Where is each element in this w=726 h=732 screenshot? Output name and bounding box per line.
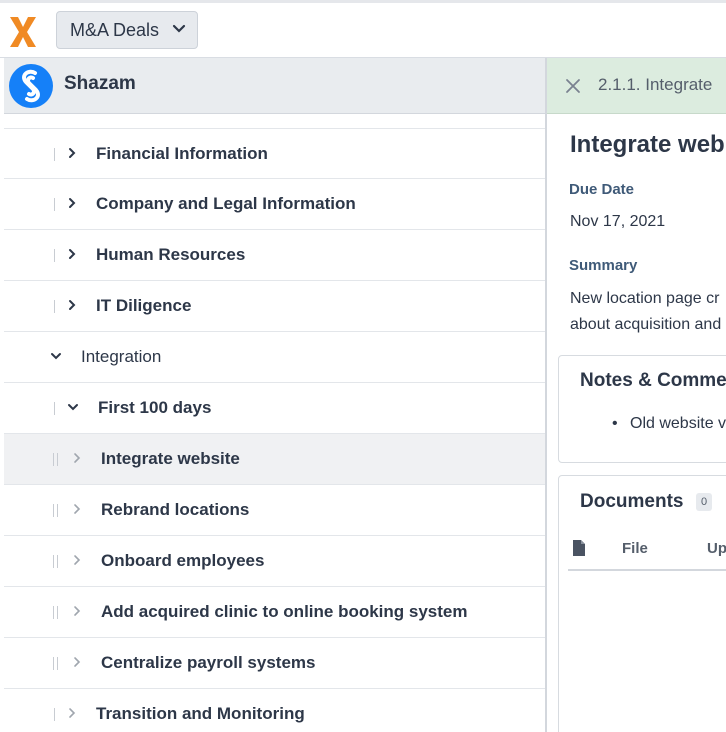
notes-bullet-item: Old website v <box>612 415 726 433</box>
drag-handle[interactable] <box>52 402 57 415</box>
notes-title: Notes & Comme <box>580 370 726 391</box>
chevron-right-icon[interactable] <box>70 451 84 465</box>
chevron-right-icon[interactable] <box>70 502 84 516</box>
drag-handle[interactable] <box>53 657 58 670</box>
chevron-right-icon[interactable] <box>65 706 79 720</box>
top-bar: M&A Deals <box>0 0 726 58</box>
checklist-tree: Financial Information Company and Legal … <box>4 128 545 732</box>
drag-handle[interactable] <box>53 453 58 466</box>
chevron-down-icon <box>172 24 186 33</box>
tree-row-label: Add acquired clinic to online booking sy… <box>101 602 468 621</box>
tree-row-label: Human Resources <box>96 245 246 264</box>
drag-handle[interactable] <box>52 249 57 262</box>
chevron-right-icon[interactable] <box>65 146 79 160</box>
tree-row-label: Integrate website <box>101 449 240 468</box>
due-date-label: Due Date <box>569 181 635 198</box>
drag-handle[interactable] <box>53 606 58 619</box>
documents-count-badge: 0 <box>696 493 712 511</box>
tree-row-label: IT Diligence <box>96 296 192 315</box>
task-detail-panel: 2.1.1. Integrate Integrate web Due Date … <box>547 58 726 732</box>
due-date-value[interactable]: Nov 17, 2021 <box>570 213 665 231</box>
tree-row-financial-information[interactable]: Financial Information <box>4 128 545 179</box>
tree-row-label: Transition and Monitoring <box>96 704 305 723</box>
chevron-down-icon[interactable] <box>66 400 80 414</box>
task-title: Integrate web <box>570 131 725 158</box>
file-icon <box>573 540 585 556</box>
file-column-header[interactable]: File <box>622 540 648 557</box>
chevron-right-icon[interactable] <box>65 196 79 210</box>
tree-row-human-resources[interactable]: Human Resources <box>4 230 545 281</box>
tree-row-integration[interactable]: Integration <box>4 332 545 383</box>
tree-row-it-diligence[interactable]: IT Diligence <box>4 281 545 332</box>
tree-row-add-clinic-booking[interactable]: Add acquired clinic to online booking sy… <box>4 587 545 638</box>
tree-row-transition-monitoring[interactable]: Transition and Monitoring <box>4 689 545 732</box>
summary-line-2: about acquisition and <box>570 316 722 333</box>
tree-row-label: Company and Legal Information <box>96 194 356 213</box>
deal-selector-label: M&A Deals <box>70 19 160 40</box>
drag-handle[interactable] <box>52 198 57 211</box>
detail-header: 2.1.1. Integrate <box>547 58 726 114</box>
drag-handle[interactable] <box>53 504 58 517</box>
tree-row-label: Rebrand locations <box>101 500 250 519</box>
tree-row-first-100-days[interactable]: First 100 days <box>4 383 545 434</box>
tree-row-integrate-website[interactable]: Integrate website <box>4 434 545 485</box>
close-icon[interactable] <box>565 78 581 94</box>
drag-handle[interactable] <box>52 148 57 161</box>
x-logo-icon[interactable] <box>8 15 38 49</box>
deal-selector[interactable]: M&A Deals <box>56 11 198 49</box>
drag-handle[interactable] <box>52 708 57 721</box>
tree-row-centralize-payroll[interactable]: Centralize payroll systems <box>4 638 545 689</box>
summary-label: Summary <box>569 257 638 274</box>
tree-row-label: Onboard employees <box>101 551 265 570</box>
uploaded-column-header[interactable]: Up <box>707 540 726 557</box>
tree-row-rebrand-locations[interactable]: Rebrand locations <box>4 485 545 536</box>
shazam-logo-icon <box>9 64 53 108</box>
drag-handle[interactable] <box>52 300 57 313</box>
drag-handle[interactable] <box>53 555 58 568</box>
company-name: Shazam <box>64 73 136 94</box>
tree-row-company-legal-information[interactable]: Company and Legal Information <box>4 179 545 230</box>
tree-row-label: Centralize payroll systems <box>101 653 316 672</box>
tree-row-label: First 100 days <box>98 398 212 417</box>
tree-row-label: Integration <box>81 347 162 366</box>
company-header: Shazam <box>4 58 545 114</box>
table-header-divider <box>568 569 726 571</box>
tree-row-label: Financial Information <box>96 144 268 163</box>
chevron-right-icon[interactable] <box>65 247 79 261</box>
chevron-right-icon[interactable] <box>70 655 84 669</box>
checklist-panel: Shazam Financial Information Company and… <box>4 58 547 732</box>
breadcrumb: 2.1.1. Integrate <box>598 75 713 94</box>
chevron-right-icon[interactable] <box>70 604 84 618</box>
tree-row-onboard-employees[interactable]: Onboard employees <box>4 536 545 587</box>
chevron-down-icon[interactable] <box>49 349 63 363</box>
documents-title: Documents <box>580 491 684 512</box>
documents-card <box>558 475 726 732</box>
chevron-right-icon[interactable] <box>65 298 79 312</box>
chevron-right-icon[interactable] <box>70 553 84 567</box>
summary-line-1: New location page cr <box>570 290 720 307</box>
